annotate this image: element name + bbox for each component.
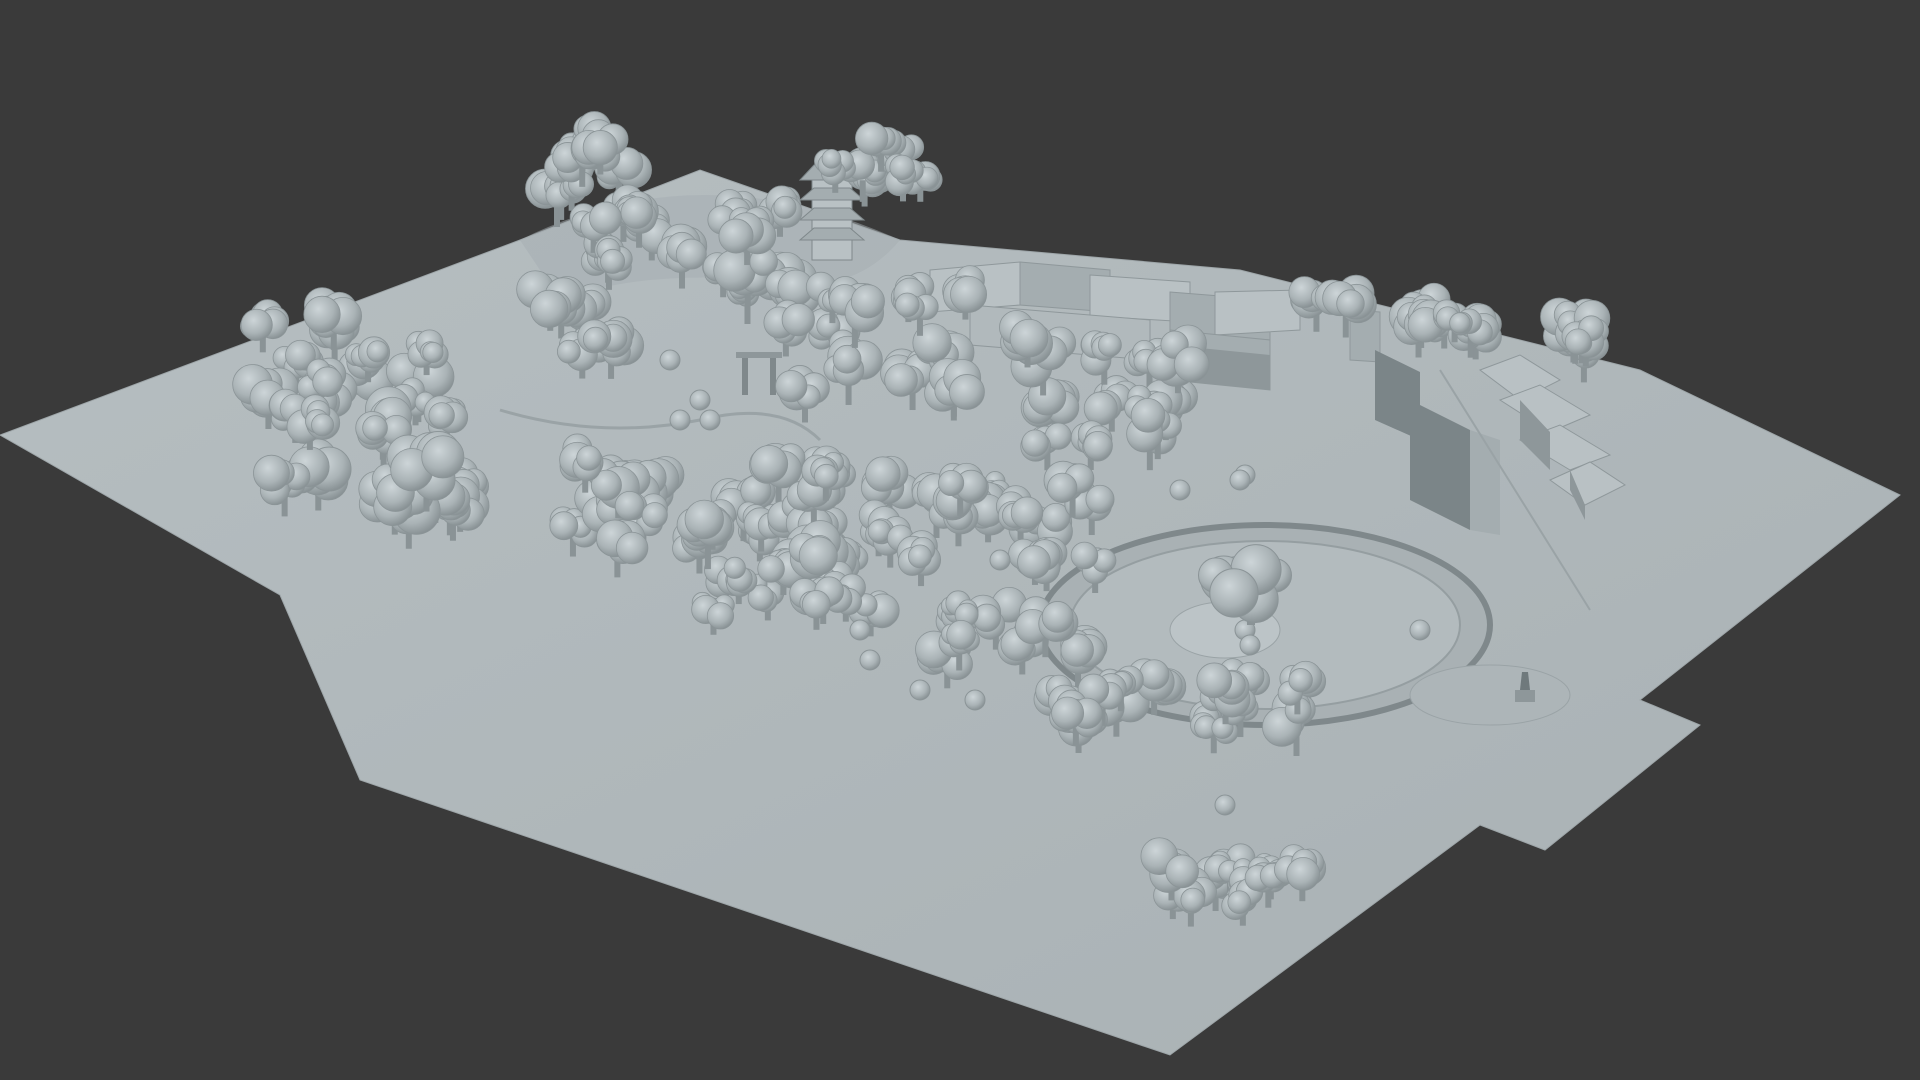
scene-render[interactable]: [0, 0, 1920, 1080]
shrub: [859, 649, 881, 671]
shrub: [689, 389, 711, 411]
shrub: [699, 409, 721, 431]
shrub: [1239, 634, 1261, 656]
shrub: [1409, 619, 1431, 641]
shrub: [669, 409, 691, 431]
shrub: [1169, 479, 1191, 501]
shrub: [1229, 469, 1251, 491]
shrub: [964, 689, 986, 711]
shrub: [849, 619, 871, 641]
shrub: [1214, 794, 1236, 816]
shrub: [989, 549, 1011, 571]
shrub: [909, 679, 931, 701]
central-tree-canopy: [1209, 568, 1259, 618]
3d-viewport[interactable]: [0, 0, 1920, 1080]
shrub: [659, 349, 681, 371]
